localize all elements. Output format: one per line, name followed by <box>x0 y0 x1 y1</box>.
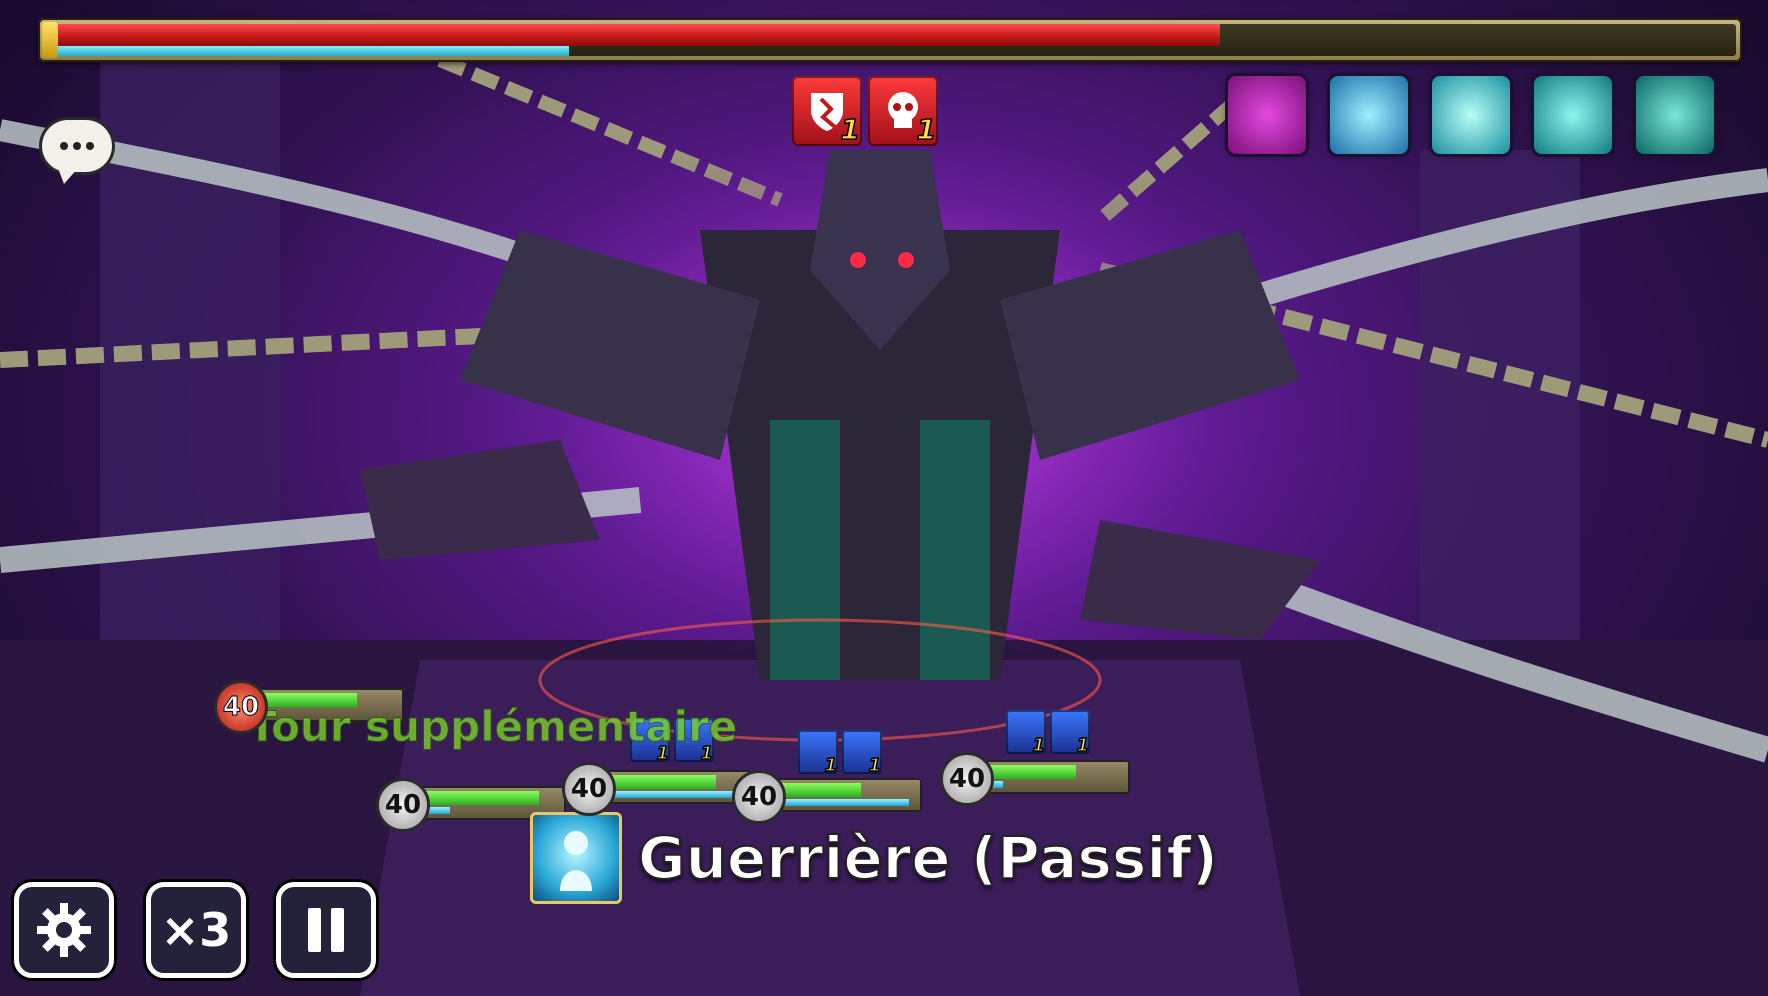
chat-dot <box>86 142 94 150</box>
unit-buffs-2: 1 1 <box>798 730 882 777</box>
skull-icon: 1 <box>868 76 938 147</box>
unit-hp-fill <box>986 765 1076 779</box>
unit-atb-fill <box>778 799 910 806</box>
chat-dot <box>60 142 68 150</box>
unit-hp-fill <box>422 791 540 805</box>
boss-hp-fill <box>44 24 1220 47</box>
unit-level: 40 <box>214 680 268 734</box>
buff-turns: 1 <box>824 754 838 777</box>
unit-bar <box>602 770 752 804</box>
skill-banner: Guerrière (Passif) <box>530 812 1219 904</box>
boss-bar-cap <box>42 22 58 58</box>
debuff-turns: 1 <box>840 112 861 147</box>
gate-icon[interactable] <box>1432 76 1510 154</box>
unit-hp-fill <box>608 775 716 789</box>
unit-bar <box>980 760 1130 794</box>
extra-turn-text: Tour supplémentaire <box>247 702 738 752</box>
wing-buff-icon: 1 <box>842 730 882 777</box>
wing-buff-icon: 1 <box>1050 710 1090 757</box>
demon-face-icon[interactable] <box>1636 76 1714 154</box>
pause-button[interactable] <box>276 882 376 978</box>
chat-button[interactable] <box>42 120 112 184</box>
unit-level: 40 <box>376 778 430 832</box>
unit-level: 40 <box>562 762 616 816</box>
spirit-figure-icon[interactable] <box>1330 76 1408 154</box>
unit-level: 40 <box>732 770 786 824</box>
warrior-spirit-icon <box>530 812 622 904</box>
sword-buff-icon: 1 <box>1006 710 1046 757</box>
battle-scene: 1 1 40 40 40 40 40 1 1 1 1 1 1 Tour supp… <box>0 0 1768 996</box>
unit-bar <box>772 778 922 812</box>
skull-helm-icon[interactable] <box>1534 76 1612 154</box>
speed-button[interactable]: ×3 <box>146 882 246 978</box>
settings-button[interactable] <box>14 882 114 978</box>
broken-shield-icon: 1 <box>792 76 862 147</box>
skill-name: Guerrière (Passif) <box>637 823 1219 893</box>
boss-debuffs: 1 1 <box>792 76 938 147</box>
unit-buffs-3: 1 1 <box>1006 710 1090 757</box>
buff-turns: 1 <box>1032 734 1046 757</box>
unit-hp-fill <box>778 783 861 797</box>
unit-atb-fill <box>608 791 746 798</box>
unit-level: 40 <box>940 752 994 806</box>
debuff-turns: 1 <box>916 112 937 147</box>
unit-hp-4[interactable]: 40 <box>732 770 952 824</box>
gear-icon <box>37 903 91 957</box>
boss-hp-bar <box>38 18 1742 62</box>
boss-passives <box>1228 76 1714 154</box>
chat-dot <box>73 142 81 150</box>
pause-icon <box>308 908 344 952</box>
sword-buff-icon: 1 <box>798 730 838 777</box>
boss-hp-track <box>44 24 1736 56</box>
buff-turns: 1 <box>868 754 882 777</box>
boss-atb-fill <box>44 46 569 56</box>
purple-sigil-icon[interactable] <box>1228 76 1306 154</box>
unit-hp-5[interactable]: 40 <box>940 752 1160 806</box>
buff-turns: 1 <box>1076 734 1090 757</box>
